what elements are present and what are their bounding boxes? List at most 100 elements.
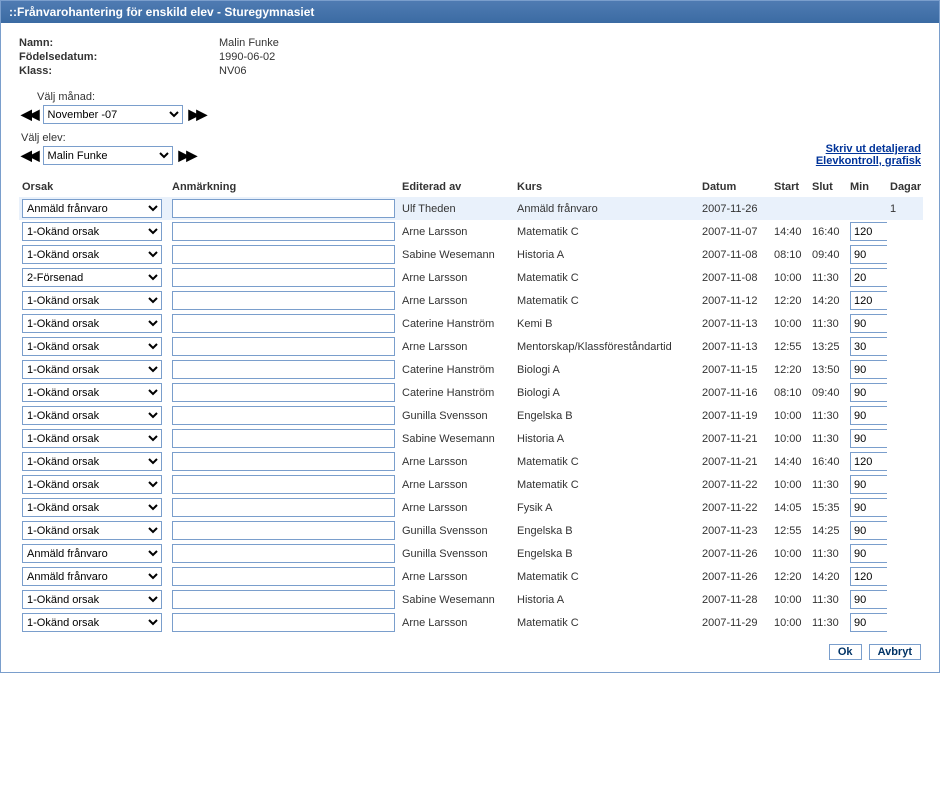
right-links: Skriv ut detaljerad Elevkontroll, grafis…	[816, 143, 921, 167]
end-cell: 13:25	[809, 335, 847, 358]
days-cell	[887, 588, 923, 611]
days-cell	[887, 404, 923, 427]
start-cell	[771, 197, 809, 220]
window-title: ::Frånvarohantering för enskild elev - S…	[1, 1, 939, 23]
cause-select[interactable]: 1-Okänd orsak	[22, 383, 162, 402]
cause-select[interactable]: Anmäld frånvaro	[22, 199, 162, 218]
min-input[interactable]	[850, 222, 887, 241]
course-cell: Fysik A	[514, 496, 699, 519]
note-input[interactable]	[172, 475, 395, 494]
student-next-icon[interactable]: ▶▶	[177, 147, 197, 164]
min-input[interactable]	[850, 337, 887, 356]
min-input[interactable]	[850, 475, 887, 494]
col-note: Anmärkning	[169, 177, 399, 197]
cancel-button[interactable]: Avbryt	[869, 644, 921, 660]
note-input[interactable]	[172, 406, 395, 425]
min-input[interactable]	[850, 314, 887, 333]
cause-select[interactable]: 1-Okänd orsak	[22, 222, 162, 241]
cause-select[interactable]: 1-Okänd orsak	[22, 245, 162, 264]
col-date: Datum	[699, 177, 771, 197]
cause-select[interactable]: 1-Okänd orsak	[22, 521, 162, 540]
note-input[interactable]	[172, 383, 395, 402]
note-input[interactable]	[172, 452, 395, 471]
min-input[interactable]	[850, 521, 887, 540]
end-cell: 14:20	[809, 289, 847, 312]
min-input[interactable]	[850, 245, 887, 264]
min-input[interactable]	[850, 360, 887, 379]
table-row: Anmäld frånvaroUlf ThedenAnmäld frånvaro…	[19, 197, 923, 220]
days-cell	[887, 335, 923, 358]
min-input[interactable]	[850, 590, 887, 609]
cause-select[interactable]: 1-Okänd orsak	[22, 452, 162, 471]
cause-select[interactable]: 2-Försenad	[22, 268, 162, 287]
editor-cell: Sabine Wesemann	[399, 588, 514, 611]
note-input[interactable]	[172, 360, 395, 379]
note-input[interactable]	[172, 199, 395, 218]
editor-cell: Gunilla Svensson	[399, 542, 514, 565]
cause-select[interactable]: 1-Okänd orsak	[22, 406, 162, 425]
cause-select[interactable]: 1-Okänd orsak	[22, 498, 162, 517]
note-input[interactable]	[172, 521, 395, 540]
table-row: Anmäld frånvaroGunilla SvenssonEngelska …	[19, 542, 923, 565]
cause-select[interactable]: 1-Okänd orsak	[22, 475, 162, 494]
cause-select[interactable]: Anmäld frånvaro	[22, 567, 162, 586]
min-input[interactable]	[850, 613, 887, 632]
student-prev-icon[interactable]: ◀◀	[19, 147, 39, 164]
note-input[interactable]	[172, 245, 395, 264]
absence-table: Orsak Anmärkning Editerad av Kurs Datum …	[19, 177, 923, 634]
note-input[interactable]	[172, 544, 395, 563]
note-input[interactable]	[172, 590, 395, 609]
min-input[interactable]	[850, 268, 887, 287]
note-input[interactable]	[172, 291, 395, 310]
min-input[interactable]	[850, 544, 887, 563]
days-cell	[887, 519, 923, 542]
student-select[interactable]: Malin Funke	[43, 146, 173, 165]
days-cell	[887, 542, 923, 565]
note-input[interactable]	[172, 268, 395, 287]
cause-select[interactable]: 1-Okänd orsak	[22, 291, 162, 310]
note-input[interactable]	[172, 498, 395, 517]
note-input[interactable]	[172, 429, 395, 448]
month-next-icon[interactable]: ▶▶	[187, 106, 207, 123]
min-input[interactable]	[850, 567, 887, 586]
note-input[interactable]	[172, 613, 395, 632]
editor-cell: Sabine Wesemann	[399, 427, 514, 450]
cause-select[interactable]: 1-Okänd orsak	[22, 613, 162, 632]
cause-select[interactable]: 1-Okänd orsak	[22, 337, 162, 356]
cause-select[interactable]: Anmäld frånvaro	[22, 544, 162, 563]
date-cell: 2007-11-28	[699, 588, 771, 611]
note-input[interactable]	[172, 222, 395, 241]
note-input[interactable]	[172, 567, 395, 586]
min-input[interactable]	[850, 406, 887, 425]
ok-button[interactable]: Ok	[829, 644, 862, 660]
start-cell: 12:55	[771, 335, 809, 358]
date-cell: 2007-11-08	[699, 243, 771, 266]
min-input[interactable]	[850, 383, 887, 402]
course-cell: Engelska B	[514, 519, 699, 542]
month-select[interactable]: November -07	[43, 105, 183, 124]
min-input[interactable]	[850, 498, 887, 517]
cause-select[interactable]: 1-Okänd orsak	[22, 314, 162, 333]
start-cell: 10:00	[771, 611, 809, 634]
course-cell: Biologi A	[514, 381, 699, 404]
dob-label: Födelsedatum:	[19, 51, 219, 63]
end-cell: 11:30	[809, 588, 847, 611]
min-input[interactable]	[850, 452, 887, 471]
date-cell: 2007-11-15	[699, 358, 771, 381]
end-cell: 11:30	[809, 427, 847, 450]
note-input[interactable]	[172, 337, 395, 356]
cause-select[interactable]: 1-Okänd orsak	[22, 590, 162, 609]
end-cell: 11:30	[809, 312, 847, 335]
cause-select[interactable]: 1-Okänd orsak	[22, 360, 162, 379]
print-detailed-link[interactable]: Skriv ut detaljerad	[816, 143, 921, 155]
month-prev-icon[interactable]: ◀◀	[19, 106, 39, 123]
graphic-control-link[interactable]: Elevkontroll, grafisk	[816, 155, 921, 167]
min-input[interactable]	[850, 429, 887, 448]
editor-cell: Arne Larsson	[399, 335, 514, 358]
min-input[interactable]	[850, 291, 887, 310]
note-input[interactable]	[172, 314, 395, 333]
editor-cell: Arne Larsson	[399, 473, 514, 496]
course-cell: Matematik C	[514, 450, 699, 473]
cause-select[interactable]: 1-Okänd orsak	[22, 429, 162, 448]
end-cell: 13:50	[809, 358, 847, 381]
